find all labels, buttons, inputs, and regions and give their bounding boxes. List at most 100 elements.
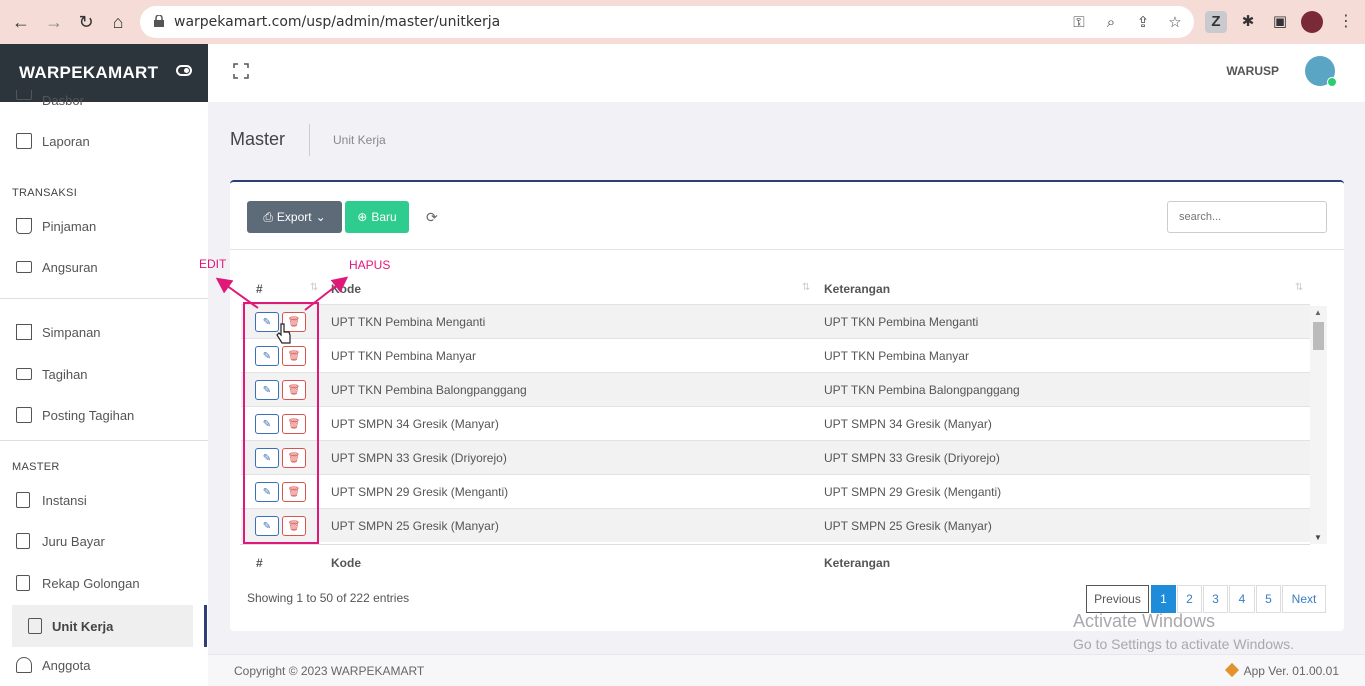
table-row[interactable]: ✎ 🗑 UPT SMPN 33 Gresik (Driyorejo) UPT S…	[241, 440, 1310, 474]
sort-icon[interactable]: ⇅	[310, 282, 318, 293]
table-info: Showing 1 to 50 of 222 entries	[247, 591, 410, 605]
column-header-kode[interactable]: Kode	[331, 282, 361, 296]
cell-keterangan: UPT TKN Pembina Menganti	[824, 315, 979, 329]
pagination-page-1[interactable]: 1	[1151, 585, 1176, 613]
pagination-previous[interactable]: Previous	[1086, 585, 1149, 613]
sidebar-item-angsuran[interactable]: Angsuran	[0, 250, 208, 284]
report-icon	[16, 133, 32, 149]
table-row[interactable]: ✎ 🗑 UPT TKN Pembina Balongpanggang UPT T…	[241, 372, 1310, 406]
cell-kode: UPT TKN Pembina Manyar	[331, 349, 476, 363]
share-icon[interactable]: ⇪	[1134, 14, 1152, 32]
money-icon	[16, 261, 32, 273]
top-header: WARUSP	[208, 44, 1365, 102]
table-row[interactable]: ✎ 🗑 UPT TKN Pembina Menganti UPT TKN Pem…	[241, 304, 1310, 338]
sidebar-item-instansi[interactable]: Instansi	[0, 483, 208, 517]
sort-icon[interactable]: ⇅	[802, 282, 810, 293]
book-icon	[16, 575, 30, 591]
cell-keterangan: UPT SMPN 33 Gresik (Driyorejo)	[824, 451, 1000, 465]
sidebar-item-unit-kerja[interactable]: Unit Kerja	[12, 605, 193, 647]
user-avatar[interactable]	[1305, 56, 1337, 87]
table-row[interactable]: ✎ 🗑 UPT TKN Pembina Manyar UPT TKN Pembi…	[241, 338, 1310, 372]
app-version: App Ver. 01.00.01	[1243, 664, 1339, 678]
sort-icon[interactable]: ⇅	[1295, 282, 1303, 293]
cell-keterangan: UPT TKN Pembina Balongpanggang	[824, 383, 1020, 397]
pagination-page-2[interactable]: 2	[1177, 585, 1202, 613]
forward-icon[interactable]: →	[42, 10, 66, 34]
section-transaksi: TRANSAKSI	[12, 187, 78, 199]
pagination-next[interactable]: Next	[1282, 585, 1326, 613]
hand-cursor-icon	[276, 323, 291, 344]
activation-watermark-subtitle: Go to Settings to activate Windows.	[1073, 636, 1294, 652]
sidebar-item-posting-tagihan[interactable]: Posting Tagihan	[0, 398, 208, 432]
column-header-number[interactable]: #	[256, 282, 263, 296]
refresh-icon[interactable]: ⟳	[426, 209, 438, 226]
pagination-page-3[interactable]: 3	[1203, 585, 1228, 613]
footer-header-kode: Kode	[331, 556, 361, 570]
sidebar-item-rekap-golongan[interactable]: Rekap Golongan	[0, 566, 208, 600]
bill-icon	[16, 368, 32, 380]
pagination-page-5[interactable]: 5	[1256, 585, 1281, 613]
user-name[interactable]: WARUSP	[1226, 64, 1279, 78]
side-panel-icon[interactable]: ▣	[1269, 11, 1291, 33]
key-icon[interactable]: ⚿	[1070, 14, 1088, 32]
sidebar-item-simpanan[interactable]: Simpanan	[0, 315, 208, 349]
copyright-text: Copyright © 2023 WARPEKAMART	[234, 664, 425, 678]
cell-keterangan: UPT TKN Pembina Manyar	[824, 349, 969, 363]
back-icon[interactable]: ←	[9, 10, 33, 34]
scroll-down-icon[interactable]: ▼	[1314, 533, 1322, 542]
search-input[interactable]	[1167, 201, 1327, 233]
profile-avatar[interactable]	[1301, 11, 1323, 33]
sidebar-item-dasbor[interactable]: Dasbor	[0, 90, 208, 112]
unit-kerja-card: ⎙ Export ⌄ ⊕ Baru ⟳ # ⇅ Kode ⇅ Keteranga…	[230, 180, 1344, 631]
sidebar-divider	[0, 298, 208, 299]
book-icon	[16, 492, 30, 508]
plus-circle-icon: ⊕	[357, 210, 368, 224]
page-title: Master	[230, 129, 286, 149]
extensions-puzzle-icon[interactable]: ✱	[1237, 11, 1259, 33]
pagination-page-4[interactable]: 4	[1229, 585, 1255, 613]
sidebar-toggle-icon[interactable]	[176, 65, 192, 76]
cart-icon	[16, 218, 32, 234]
activation-watermark-title: Activate Windows	[1073, 611, 1216, 631]
more-menu-icon[interactable]: ⋮	[1338, 11, 1354, 31]
page-footer: Copyright © 2023 WARPEKAMART App Ver. 01…	[208, 654, 1365, 686]
book-icon	[28, 618, 42, 634]
annotation-edit-label: EDIT	[199, 257, 227, 271]
scroll-thumb[interactable]	[1313, 322, 1324, 350]
cell-kode: UPT TKN Pembina Menganti	[331, 315, 486, 329]
cell-kode: UPT SMPN 33 Gresik (Driyorejo)	[331, 451, 507, 465]
sidebar-item-juru-bayar[interactable]: Juru Bayar	[0, 524, 208, 558]
fullscreen-icon[interactable]	[233, 63, 249, 79]
brand-name: WARPEKAMART	[19, 63, 159, 82]
user-icon	[16, 657, 32, 673]
lock-icon	[154, 15, 164, 27]
reload-icon[interactable]: ↻	[74, 10, 98, 34]
sidebar-item-anggota[interactable]: Anggota	[0, 648, 208, 682]
breadcrumb[interactable]: Unit Kerja	[333, 133, 386, 147]
table-scrollbar[interactable]: ▲ ▼	[1310, 306, 1327, 544]
cell-kode: UPT SMPN 34 Gresik (Manyar)	[331, 417, 499, 431]
export-button[interactable]: ⎙ Export ⌄	[247, 201, 342, 233]
scroll-up-icon[interactable]: ▲	[1314, 308, 1322, 317]
sidebar-item-laporan[interactable]: Laporan	[0, 124, 208, 158]
url-text[interactable]: warpekamart.com/usp/admin/master/unitker…	[174, 14, 500, 30]
table-row[interactable]: ✎ 🗑 UPT SMPN 25 Gresik (Manyar) UPT SMPN…	[241, 508, 1310, 542]
extension-z-icon[interactable]: Z	[1205, 11, 1227, 33]
column-header-keterangan[interactable]: Keterangan	[824, 282, 890, 296]
bookmark-star-icon[interactable]: ☆	[1166, 14, 1184, 32]
toolbar-divider	[230, 249, 1344, 250]
footer-header-keterangan: Keterangan	[824, 556, 891, 570]
sidebar: WARPEKAMART Dasbor Laporan TRANSAKSI Pin…	[0, 44, 208, 686]
table-row[interactable]: ✎ 🗑 UPT SMPN 29 Gresik (Menganti) UPT SM…	[241, 474, 1310, 508]
address-bar[interactable]: warpekamart.com/usp/admin/master/unitker…	[140, 6, 1194, 38]
new-button[interactable]: ⊕ Baru	[345, 201, 409, 233]
sidebar-item-tagihan[interactable]: Tagihan	[0, 357, 208, 391]
sidebar-item-pinjaman[interactable]: Pinjaman	[0, 209, 208, 243]
home-icon[interactable]: ⌂	[106, 10, 130, 34]
table-row[interactable]: ✎ 🗑 UPT SMPN 34 Gresik (Manyar) UPT SMPN…	[241, 406, 1310, 440]
chevron-down-icon: ⌄	[315, 210, 326, 224]
table-bottom-border	[240, 544, 1310, 545]
annotation-hapus-label: HAPUS	[349, 258, 391, 272]
book-icon	[16, 533, 30, 549]
zoom-icon[interactable]: ⌕	[1102, 14, 1120, 32]
